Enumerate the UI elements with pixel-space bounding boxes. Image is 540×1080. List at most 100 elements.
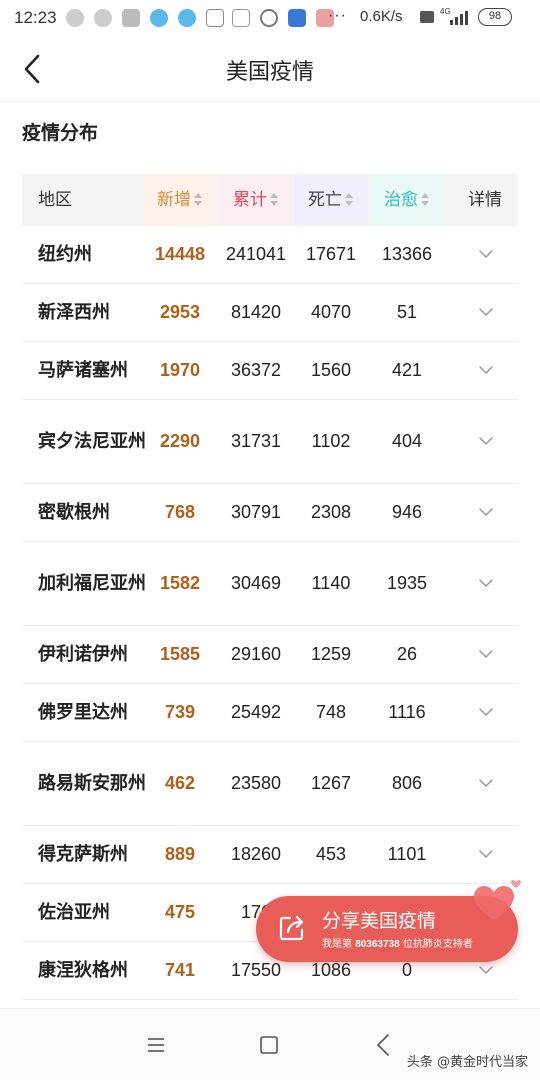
- table-row[interactable]: 密歇根州 768 30791 2308 946: [22, 484, 518, 542]
- table-row[interactable]: 宾夕法尼亚州 2290 31731 1102 404: [22, 400, 518, 484]
- cell-new: 2953: [159, 302, 201, 322]
- cell-total: 241041: [225, 244, 287, 264]
- cell-total: 36372: [230, 360, 282, 380]
- header-cured-sort[interactable]: 治愈: [370, 174, 444, 226]
- cell-new: 889: [164, 844, 196, 864]
- hd-icon: [420, 11, 434, 23]
- cell-region: 伊利诺伊州: [38, 644, 128, 665]
- system-nav-bar: 头条 @黄金时代当家: [0, 1008, 540, 1080]
- status-bar: 12:23 ··· 0.6K/s 4G 98: [0, 0, 540, 36]
- app-header: 美国疫情: [0, 36, 540, 102]
- cell-death: 1560: [310, 360, 352, 380]
- cell-region: 佛罗里达州: [38, 702, 128, 723]
- cell-region: 纽约州: [38, 244, 92, 265]
- header-total-sort[interactable]: 累计: [220, 174, 292, 226]
- cell-death: 748: [315, 702, 347, 722]
- table-header: 地区 新增 累计 死亡 治愈 详情: [22, 174, 518, 226]
- cell-new: 1582: [159, 573, 201, 593]
- section-title: 疫情分布: [22, 122, 99, 144]
- cell-cured: 13366: [381, 244, 433, 264]
- cell-region: 马萨诸塞州: [38, 360, 128, 381]
- cell-death: 17671: [305, 244, 357, 264]
- table-row[interactable]: 佛罗里达州 739 25492 748 1116: [22, 684, 518, 742]
- cell-death: 1267: [310, 773, 352, 793]
- cell-new: 739: [164, 702, 196, 722]
- cell-total: 18260: [230, 844, 282, 864]
- sort-icon: [421, 193, 430, 207]
- sort-icon: [194, 193, 203, 207]
- table-row[interactable]: 纽约州 14448 241041 17671 13366: [22, 226, 518, 284]
- wechat-icon: [66, 9, 84, 27]
- table-row[interactable]: 得克萨斯州 889 18260 453 1101: [22, 826, 518, 884]
- cell-cured: 1116: [388, 702, 426, 722]
- table-row[interactable]: 新泽西州 2953 81420 4070 51: [22, 284, 518, 342]
- sort-icon: [270, 193, 279, 207]
- cell-total: 23580: [230, 773, 282, 793]
- cell-region: 新泽西州: [38, 302, 110, 323]
- table-row[interactable]: 马萨诸塞州 1970 36372 1560 421: [22, 342, 518, 400]
- share-subtitle: 我是第 80363738 位抗肺炎支持者: [322, 939, 473, 950]
- app-icon: [288, 9, 306, 27]
- nav-back-icon[interactable]: [376, 1033, 390, 1057]
- cell-total: 29160: [230, 644, 282, 664]
- heart-icon: [474, 880, 521, 920]
- expand-chevron-icon[interactable]: [476, 342, 496, 399]
- signal-icon: [450, 11, 468, 25]
- expand-chevron-icon[interactable]: [476, 684, 496, 741]
- header-detail: 详情: [468, 190, 502, 210]
- expand-chevron-icon[interactable]: [476, 542, 496, 625]
- notification-icons: [66, 9, 356, 27]
- table-row[interactable]: 路易斯安那州 462 23580 1267 806: [22, 742, 518, 826]
- cell-total: 31731: [230, 431, 282, 451]
- calendar-icon: [206, 9, 224, 27]
- expand-chevron-icon[interactable]: [476, 626, 496, 683]
- menu-icon[interactable]: [146, 1036, 166, 1054]
- wechat-icon: [94, 9, 112, 27]
- cell-total: 25492: [230, 702, 282, 722]
- cell-total: 30469: [230, 573, 282, 593]
- cell-new: 741: [164, 960, 196, 980]
- expand-chevron-icon[interactable]: [476, 826, 496, 883]
- battery-icon: 98: [478, 8, 512, 26]
- header-death-sort[interactable]: 死亡: [294, 174, 368, 226]
- cell-death: 1259: [310, 644, 352, 664]
- cell-total: 81420: [230, 302, 282, 322]
- cell-region: 佐治亚州: [38, 902, 110, 923]
- home-icon[interactable]: [259, 1035, 279, 1055]
- more-dots: ···: [328, 7, 347, 24]
- cell-new: 14448: [154, 244, 206, 264]
- share-title: 分享美国疫情: [322, 910, 437, 932]
- cell-new: 462: [164, 773, 196, 793]
- page-title: 美国疫情: [225, 60, 314, 85]
- expand-chevron-icon[interactable]: [476, 400, 496, 483]
- header-new-sort[interactable]: 新增: [144, 174, 216, 226]
- cell-new: 1970: [159, 360, 201, 380]
- cell-death: 1140: [311, 573, 351, 593]
- table-row[interactable]: 加利福尼亚州 1582 30469 1140 1935: [22, 542, 518, 626]
- cell-new: 1585: [159, 644, 201, 664]
- cell-new: 768: [164, 502, 196, 522]
- cell-cured: 26: [396, 644, 418, 664]
- share-icon: [279, 915, 304, 941]
- cell-cured: 1101: [387, 844, 427, 864]
- expand-chevron-icon[interactable]: [476, 226, 496, 283]
- cell-total: 30791: [230, 502, 282, 522]
- cell-cured: 1935: [386, 573, 428, 593]
- table-row[interactable]: 伊利诺伊州 1585 29160 1259 26: [22, 626, 518, 684]
- expand-chevron-icon[interactable]: [476, 284, 496, 341]
- watermark: 头条 @黄金时代当家: [406, 1055, 528, 1070]
- header-region: 地区: [38, 190, 72, 210]
- status-right: ··· 0.6K/s 4G 98: [328, 7, 528, 29]
- cell-cured: 404: [391, 431, 423, 451]
- cell-region: 康涅狄格州: [38, 960, 128, 981]
- app-icon: [150, 9, 168, 27]
- cell-region: 路易斯安那州: [38, 773, 146, 794]
- cell-death: 453: [315, 844, 347, 864]
- cell-cured: 421: [391, 360, 423, 380]
- expand-chevron-icon[interactable]: [476, 484, 496, 541]
- network-speed: 0.6K/s: [360, 8, 403, 25]
- sort-icon: [345, 193, 354, 207]
- expand-chevron-icon[interactable]: [476, 742, 496, 825]
- app-icon: [178, 9, 196, 27]
- alipay-icon: [260, 9, 278, 27]
